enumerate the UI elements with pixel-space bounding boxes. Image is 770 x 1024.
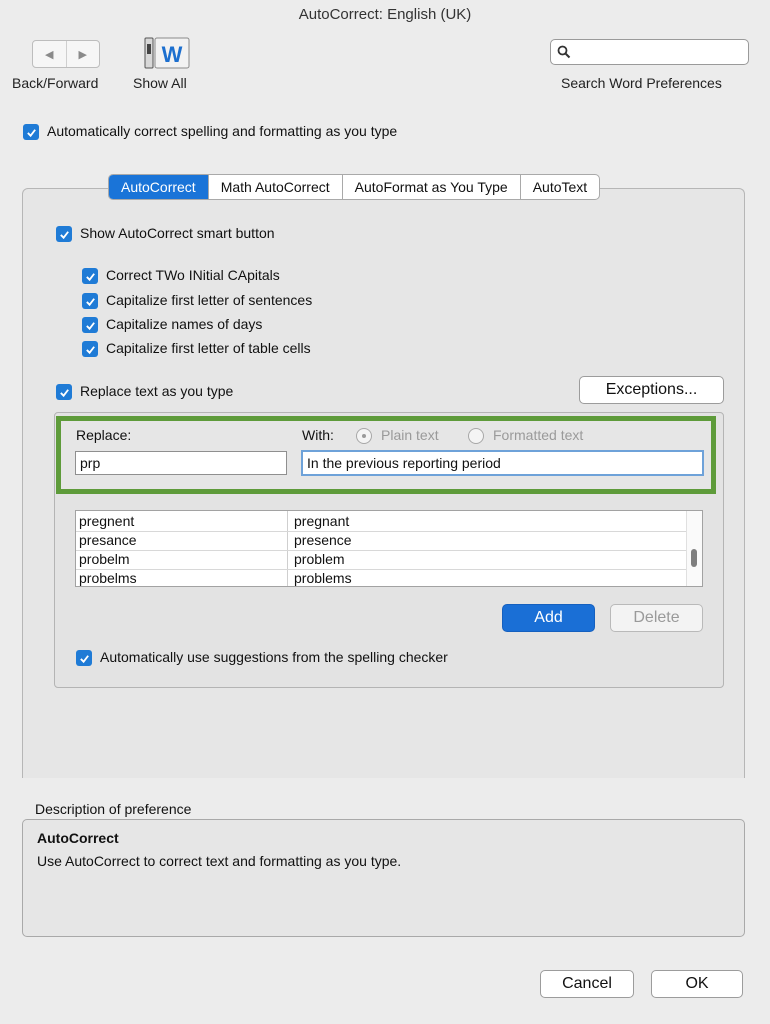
show-all-label: Show All — [133, 75, 187, 91]
plain-text-label: Plain text — [381, 427, 439, 443]
description-title: AutoCorrect — [37, 830, 119, 846]
scrollbar-thumb[interactable] — [691, 549, 697, 567]
table-row[interactable]: presance presence — [76, 531, 687, 551]
cancel-button[interactable]: Cancel — [540, 970, 634, 998]
search-label: Search Word Preferences — [561, 75, 722, 91]
show-smart-button-label: Show AutoCorrect smart button — [80, 225, 275, 241]
spelling-suggestions-label: Automatically use suggestions from the s… — [100, 649, 448, 665]
back-forward-control[interactable]: ◀ ▶ — [32, 40, 100, 68]
tab-autotext[interactable]: AutoText — [519, 175, 599, 199]
search-input[interactable] — [550, 39, 749, 65]
spelling-suggestions-checkbox[interactable] — [76, 650, 92, 666]
show-all-icon[interactable]: W — [139, 36, 191, 70]
entry-from: probelms — [79, 570, 137, 586]
table-scrollbar[interactable] — [686, 511, 702, 586]
replace-text-label: Replace text as you type — [80, 383, 234, 399]
formatted-text-radio[interactable] — [468, 428, 484, 444]
capitalize-table-cells-label: Capitalize first letter of table cells — [106, 340, 311, 356]
table-row[interactable]: pregnent pregnant — [76, 512, 687, 532]
table-row[interactable]: probelms problems — [76, 569, 687, 588]
window-title: AutoCorrect: English (UK) — [298, 6, 472, 23]
auto-correct-master-checkbox[interactable] — [23, 124, 39, 140]
capitalize-sentences-label: Capitalize first letter of sentences — [106, 292, 313, 308]
formatted-text-label: Formatted text — [493, 427, 584, 443]
entry-from: presance — [79, 532, 137, 548]
tab-bar: AutoCorrect Math AutoCorrect AutoFormat … — [108, 174, 601, 200]
description-heading: Description of preference — [35, 801, 192, 817]
description-text: Use AutoCorrect to correct text and form… — [37, 853, 402, 869]
svg-text:W: W — [162, 42, 183, 67]
capitalize-days-checkbox[interactable] — [82, 317, 98, 333]
add-button[interactable]: Add — [502, 604, 595, 632]
entry-to: presence — [294, 532, 352, 548]
capitalize-sentences-checkbox[interactable] — [82, 293, 98, 309]
delete-button[interactable]: Delete — [610, 604, 703, 632]
tab-autoformat[interactable]: AutoFormat as You Type — [341, 175, 520, 199]
forward-arrow-icon[interactable]: ▶ — [65, 41, 100, 67]
entry-from: pregnent — [79, 513, 135, 529]
tab-math-autocorrect[interactable]: Math AutoCorrect — [207, 175, 342, 199]
correct-two-initial-checkbox[interactable] — [82, 268, 98, 284]
entry-from: probelm — [79, 551, 130, 567]
autocorrect-entries-table[interactable]: pregnent pregnant presance presence prob… — [75, 510, 703, 587]
description-box — [22, 819, 745, 937]
replace-label: Replace: — [76, 427, 132, 443]
entry-to: pregnant — [294, 513, 350, 529]
replace-text-checkbox[interactable] — [56, 384, 72, 400]
with-input[interactable]: In the previous reporting period — [301, 450, 704, 476]
entry-to: problem — [294, 551, 345, 567]
auto-correct-master-label: Automatically correct spelling and forma… — [47, 123, 398, 139]
exceptions-button[interactable]: Exceptions... — [579, 376, 724, 404]
replace-input[interactable]: prp — [75, 451, 287, 475]
search-icon — [557, 45, 571, 59]
plain-text-radio[interactable] — [356, 428, 372, 444]
back-arrow-icon[interactable]: ◀ — [33, 41, 66, 67]
capitalize-table-cells-checkbox[interactable] — [82, 341, 98, 357]
table-row[interactable]: probelm problem — [76, 550, 687, 570]
ok-button[interactable]: OK — [651, 970, 743, 998]
back-forward-label: Back/Forward — [12, 75, 99, 91]
with-label: With: — [302, 427, 334, 443]
show-smart-button-checkbox[interactable] — [56, 226, 72, 242]
capitalize-days-label: Capitalize names of days — [106, 316, 263, 332]
entry-to: problems — [294, 570, 352, 586]
tab-autocorrect[interactable]: AutoCorrect — [109, 175, 208, 199]
correct-two-initial-label: Correct TWo INitial CApitals — [106, 267, 280, 283]
